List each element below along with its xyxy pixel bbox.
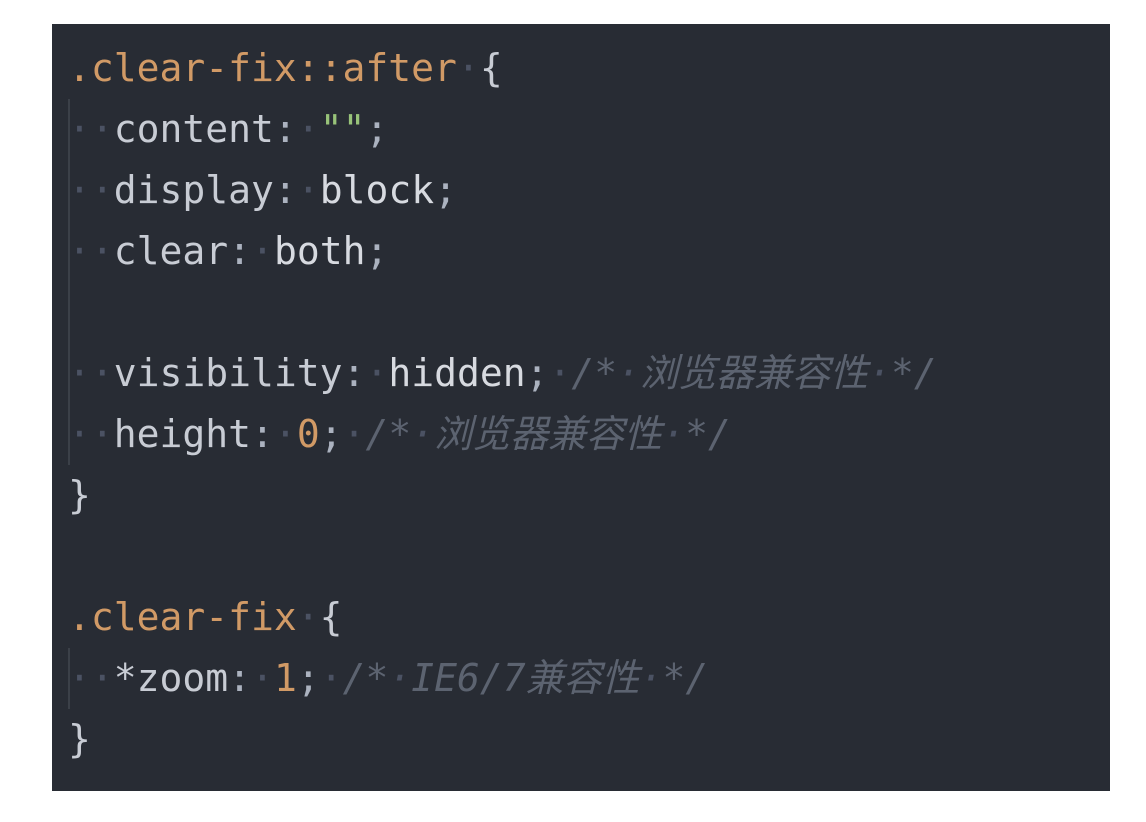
colon: :	[273, 107, 297, 151]
selector-clear-fix-after: .clear-fix::after	[68, 46, 457, 90]
code-line-5	[68, 282, 937, 343]
property-height: height	[113, 412, 252, 456]
property-display: display	[113, 168, 274, 212]
comment-text: 浏览器兼容性	[434, 412, 663, 456]
value-content: ""	[319, 107, 366, 151]
whitespace-marker: ·	[296, 107, 320, 151]
code-block: .clear-fix::after·{ ··content:·""; ··dis…	[68, 38, 937, 770]
indent-guide	[68, 99, 70, 160]
indent-guide	[68, 282, 70, 343]
indent-guide	[68, 221, 70, 282]
colon: :	[273, 168, 297, 212]
property-clear: clear	[113, 229, 229, 273]
whitespace-marker: ·	[251, 229, 274, 273]
semicolon: ;	[319, 412, 343, 456]
code-line-1: .clear-fix::after·{	[68, 38, 937, 99]
code-line-3: ··display:·block;	[68, 160, 937, 221]
indent-guide	[68, 160, 70, 221]
whitespace-marker: ·	[456, 46, 480, 90]
comment-zoom: /*·IE6/7兼容性·*/	[342, 656, 709, 700]
whitespace-marker: ·	[273, 412, 297, 456]
whitespace-marker: ··	[68, 107, 114, 151]
whitespace-marker: ··	[68, 351, 114, 395]
code-line-7: ··height:·0;·/*·浏览器兼容性·*/	[68, 404, 937, 465]
whitespace-marker: ·	[296, 595, 320, 639]
value-clear: both	[273, 229, 366, 273]
value-zoom: 1	[273, 656, 297, 700]
comment-text: IE6/7兼容性	[411, 656, 640, 700]
whitespace-marker: ·	[296, 168, 320, 212]
indent-guide	[68, 648, 70, 709]
whitespace-marker: ··	[68, 412, 114, 456]
code-line-10: .clear-fix·{	[68, 587, 937, 648]
comment-height: /*·浏览器兼容性·*/	[365, 412, 731, 456]
colon: :	[251, 412, 274, 456]
whitespace-marker: ·	[319, 656, 343, 700]
close-brace: }	[68, 717, 91, 761]
code-line-4: ··clear:·both;	[68, 221, 937, 282]
code-line-12: }	[68, 709, 937, 770]
property-content: content	[113, 107, 274, 151]
semicolon: ;	[525, 351, 549, 395]
semicolon: ;	[365, 229, 389, 273]
open-brace: {	[319, 595, 343, 639]
property-zoom: *zoom	[113, 656, 229, 700]
whitespace-marker: ··	[68, 168, 114, 212]
code-line-11: ··*zoom:·1;·/*·IE6/7兼容性·*/	[68, 648, 937, 709]
semicolon: ;	[296, 656, 320, 700]
close-brace: }	[68, 473, 91, 517]
value-visibility: hidden	[388, 351, 526, 395]
code-line-2: ··content:·"";	[68, 99, 937, 160]
whitespace-marker: ·	[342, 412, 366, 456]
semicolon: ;	[434, 168, 457, 212]
code-line-8: }	[68, 465, 937, 526]
semicolon: ;	[365, 107, 389, 151]
code-editor[interactable]: .clear-fix::after·{ ··content:·""; ··dis…	[52, 24, 1110, 791]
comment-text: 浏览器兼容性	[640, 351, 869, 395]
open-brace: {	[479, 46, 503, 90]
value-height: 0	[296, 412, 320, 456]
comment-visibility: /*·浏览器兼容性·*/	[571, 351, 937, 395]
indent-guide	[68, 343, 70, 404]
selector-clear-fix: .clear-fix	[68, 595, 297, 639]
colon: :	[342, 351, 366, 395]
property-visibility: visibility	[113, 351, 343, 395]
whitespace-marker: ··	[68, 656, 114, 700]
whitespace-marker: ·	[365, 351, 389, 395]
code-line-6: ··visibility:·hidden;·/*·浏览器兼容性·*/	[68, 343, 937, 404]
whitespace-marker: ·	[251, 656, 274, 700]
whitespace-marker: ·	[548, 351, 572, 395]
colon: :	[228, 229, 252, 273]
whitespace-marker: ··	[68, 229, 114, 273]
indent-guide	[68, 404, 70, 465]
value-display: block	[319, 168, 435, 212]
colon: :	[228, 656, 252, 700]
